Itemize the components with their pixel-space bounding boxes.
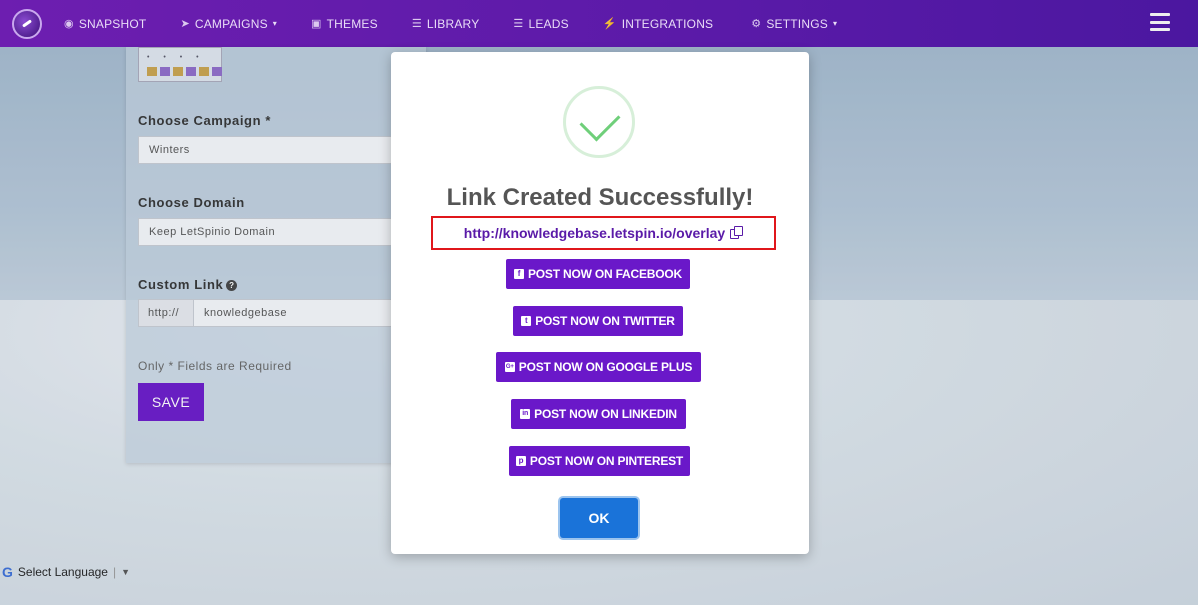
nav-snapshot[interactable]: ◉ SNAPSHOT <box>64 17 146 31</box>
facebook-icon: f <box>513 269 524 279</box>
pinterest-icon: p <box>515 456 526 466</box>
image-icon: ▣ <box>311 18 322 30</box>
modal-title: Link Created Successfully! <box>446 184 754 211</box>
post-linkedin-button[interactable]: in POST NOW ON LINKEDIN <box>511 399 686 429</box>
nav-library[interactable]: ☰ LIBRARY <box>412 17 480 31</box>
top-navbar: ◉ SNAPSHOT ➤ CAMPAIGNS ▾ ▣ THEMES ☰ LIBR… <box>0 0 1198 47</box>
nav-label: CAMPAIGNS <box>194 16 268 31</box>
created-link-box: http://knowledgebase.letspin.io/overlay <box>431 216 776 250</box>
google-plus-icon: G+ <box>504 362 515 372</box>
created-link[interactable]: http://knowledgebase.letspin.io/overlay <box>464 225 725 241</box>
hamburger-menu-icon[interactable] <box>1150 13 1170 31</box>
ok-button[interactable]: OK <box>560 498 638 538</box>
nav-settings[interactable]: ⚙ SETTINGS ▾ <box>751 17 837 31</box>
nav-leads[interactable]: ☰ LEADS <box>513 17 568 31</box>
nav-label: LEADS <box>528 16 569 31</box>
post-google-plus-button[interactable]: G+ POST NOW ON GOOGLE PLUS <box>496 352 701 382</box>
nav-label: LIBRARY <box>426 16 480 31</box>
success-modal: Link Created Successfully! http://knowle… <box>391 52 809 554</box>
nav-campaigns[interactable]: ➤ CAMPAIGNS ▾ <box>180 17 277 31</box>
plug-icon: ⚡ <box>602 18 617 30</box>
post-pinterest-button[interactable]: p POST NOW ON PINTEREST <box>509 446 690 476</box>
nav-label: SNAPSHOT <box>78 16 147 31</box>
nav-integrations[interactable]: ⚡ INTEGRATIONS <box>603 17 713 31</box>
paper-plane-icon: ➤ <box>180 18 190 30</box>
linkedin-icon: in <box>520 409 531 419</box>
chevron-down-icon: ▾ <box>272 19 277 28</box>
post-twitter-button[interactable]: t POST NOW ON TWITTER <box>513 306 683 336</box>
post-facebook-button[interactable]: f POST NOW ON FACEBOOK <box>506 259 690 289</box>
gears-icon: ⚙ <box>751 18 762 30</box>
dashboard-icon: ◉ <box>64 18 74 30</box>
twitter-icon: t <box>521 316 532 326</box>
list-icon: ☰ <box>513 18 524 30</box>
nav-label: SETTINGS <box>766 16 828 31</box>
chevron-down-icon: ▾ <box>832 19 838 28</box>
nav-label: INTEGRATIONS <box>621 16 714 31</box>
list-icon: ☰ <box>411 18 422 30</box>
nav-label: THEMES <box>326 16 378 31</box>
nav-themes[interactable]: ▣ THEMES <box>311 17 378 31</box>
app-logo[interactable] <box>12 8 42 39</box>
copy-icon[interactable] <box>729 226 744 240</box>
success-check-icon <box>563 86 635 158</box>
